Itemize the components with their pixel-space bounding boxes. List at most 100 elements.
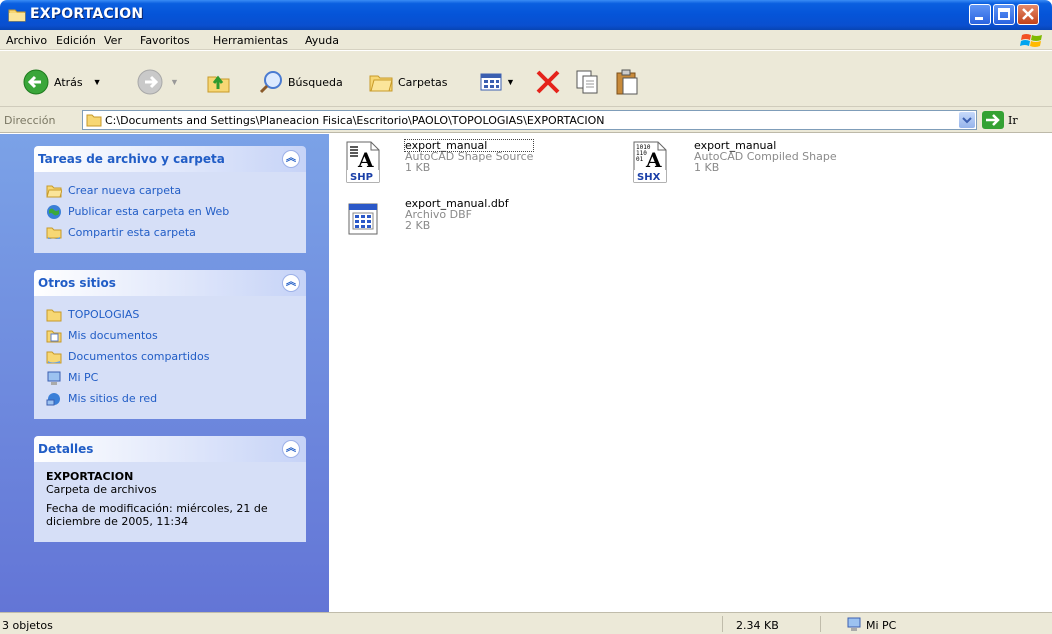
back-dropdown-icon[interactable]: ▼ [93,77,102,87]
search-label: Búsqueda [288,75,343,89]
details-panel: Detalles ︽ EXPORTACION Carpeta de archiv… [34,436,306,542]
views-dropdown-icon[interactable]: ▼ [506,77,515,87]
views-button[interactable]: ▼ [478,67,515,97]
other-places-body: TOPOLOGIAS Mis documentos Documentos com… [34,296,306,419]
close-button[interactable] [1017,4,1039,25]
delete-button[interactable] [534,67,562,97]
folder-icon [86,114,102,127]
computer-icon [47,371,61,385]
address-path: C:\Documents and Settings\Planeacion Fis… [105,114,605,127]
file-list: A SHP export_manual AutoCAD Shape Source… [329,134,1052,612]
place-my-documents[interactable]: Mis documentos [46,325,296,346]
up-folder-icon [207,75,230,93]
paste-clipboard-icon [616,69,638,95]
folder-icon [8,9,26,22]
go-arrow-icon [982,111,1004,129]
file-info: export_manual AutoCAD Compiled Shape 1 K… [694,140,837,184]
forward-button[interactable]: ▼ [136,67,179,97]
dbf-file-icon [348,203,378,235]
place-topologias[interactable]: TOPOLOGIAS [46,304,296,325]
task-label: Crear nueva carpeta [68,184,182,197]
details-modified: Fecha de modificación: miércoles, 21 de … [46,502,268,528]
folders-icon [369,75,393,92]
computer-icon [847,617,861,631]
menu-edicion[interactable]: Edición [56,34,96,47]
shp-file-icon: A SHP [346,141,380,183]
paste-button[interactable] [614,67,640,97]
minimize-button[interactable] [969,4,991,25]
forward-dropdown-icon[interactable]: ▼ [170,77,179,87]
search-icon [259,71,282,94]
copy-icon [576,70,598,94]
delete-x-icon [536,70,560,94]
shx-badge: SHX [637,172,661,183]
up-folder-button[interactable] [206,67,232,97]
task-share-folder[interactable]: Compartir esta carpeta [46,222,296,243]
status-bar: 3 objetos 2.34 KB Mi PC [0,612,1052,634]
collapse-chevron-icon[interactable]: ︽ [282,440,300,458]
back-label: Atrás [54,75,83,89]
folder-icon [46,309,62,321]
svg-text:A: A [357,148,374,172]
menu-herramientas[interactable]: Herramientas [213,34,288,47]
back-button[interactable]: Atrás ▼ [22,67,102,97]
folders-button[interactable]: Carpetas [368,67,447,97]
task-pane: Tareas de archivo y carpeta ︽ Crear nuev… [0,134,329,612]
file-info: export_manual AutoCAD Shape Source 1 KB [403,139,535,184]
status-divider [722,616,723,632]
collapse-chevron-icon[interactable]: ︽ [282,274,300,292]
menu-ver[interactable]: Ver [104,34,122,47]
task-publish-web[interactable]: Publicar esta carpeta en Web [46,201,296,222]
menu-favoritos[interactable]: Favoritos [140,34,190,47]
file-size: 2 KB [405,219,431,232]
menu-bar: Archivo Edición Ver Favoritos Herramient… [0,30,1052,50]
file-item[interactable]: 1010 110 01 A SHX export_manual AutoCAD … [632,140,837,184]
shp-badge: SHP [350,172,373,183]
details-header[interactable]: Detalles ︽ [34,436,306,462]
shared-documents-icon [46,351,62,363]
place-label: Mi PC [68,371,99,384]
file-size: 1 KB [405,161,431,174]
place-my-computer[interactable]: Mi PC [46,367,296,388]
address-dropdown-button[interactable] [959,112,975,128]
status-divider [820,616,821,632]
address-input[interactable]: C:\Documents and Settings\Planeacion Fis… [82,110,977,130]
other-places-header[interactable]: Otros sitios ︽ [34,270,306,296]
collapse-chevron-icon[interactable]: ︽ [282,150,300,168]
go-button[interactable]: Ir [982,111,1018,129]
details-type: Carpeta de archivos [46,483,157,496]
details-body: EXPORTACION Carpeta de archivos Fecha de… [34,462,306,542]
close-icon [1022,8,1034,20]
svg-text:A: A [645,148,662,172]
svg-text:01: 01 [636,156,644,163]
file-info: export_manual.dbf Archivo DBF 2 KB [405,198,509,242]
copy-to-button[interactable] [574,67,600,97]
file-tasks-panel: Tareas de archivo y carpeta ︽ Crear nuev… [34,146,306,253]
task-label: Publicar esta carpeta en Web [68,205,230,218]
menu-archivo[interactable]: Archivo [6,34,47,47]
toolbar: Atrás ▼ ▼ Búsqueda Carpetas ▼ [0,51,1052,107]
place-network[interactable]: Mis sitios de red [46,388,296,409]
menu-ayuda[interactable]: Ayuda [305,34,339,47]
my-documents-icon [46,330,62,342]
file-item[interactable]: A SHP export_manual AutoCAD Shape Source… [345,139,535,184]
status-size: 2.34 KB [736,619,779,632]
other-places-panel: Otros sitios ︽ TOPOLOGIAS Mis documentos… [34,270,306,419]
status-location: Mi PC [866,619,897,632]
file-size: 1 KB [694,161,720,174]
chevron-down-icon [962,117,972,124]
shx-file-icon: 1010 110 01 A SHX [633,141,667,183]
place-shared-documents[interactable]: Documentos compartidos [46,346,296,367]
file-item[interactable]: export_manual.dbf Archivo DBF 2 KB [345,198,509,242]
new-folder-icon [46,185,62,197]
task-new-folder[interactable]: Crear nueva carpeta [46,180,296,201]
file-tasks-header[interactable]: Tareas de archivo y carpeta ︽ [34,146,306,172]
folders-label: Carpetas [398,75,448,89]
place-label: Documentos compartidos [68,350,210,363]
minimize-icon [975,17,983,20]
maximize-button[interactable] [993,4,1015,25]
place-label: Mis sitios de red [68,392,158,405]
file-tasks-body: Crear nueva carpeta Publicar esta carpet… [34,172,306,253]
title-bar[interactable]: EXPORTACION [0,0,1052,30]
search-button[interactable]: Búsqueda [258,67,343,97]
